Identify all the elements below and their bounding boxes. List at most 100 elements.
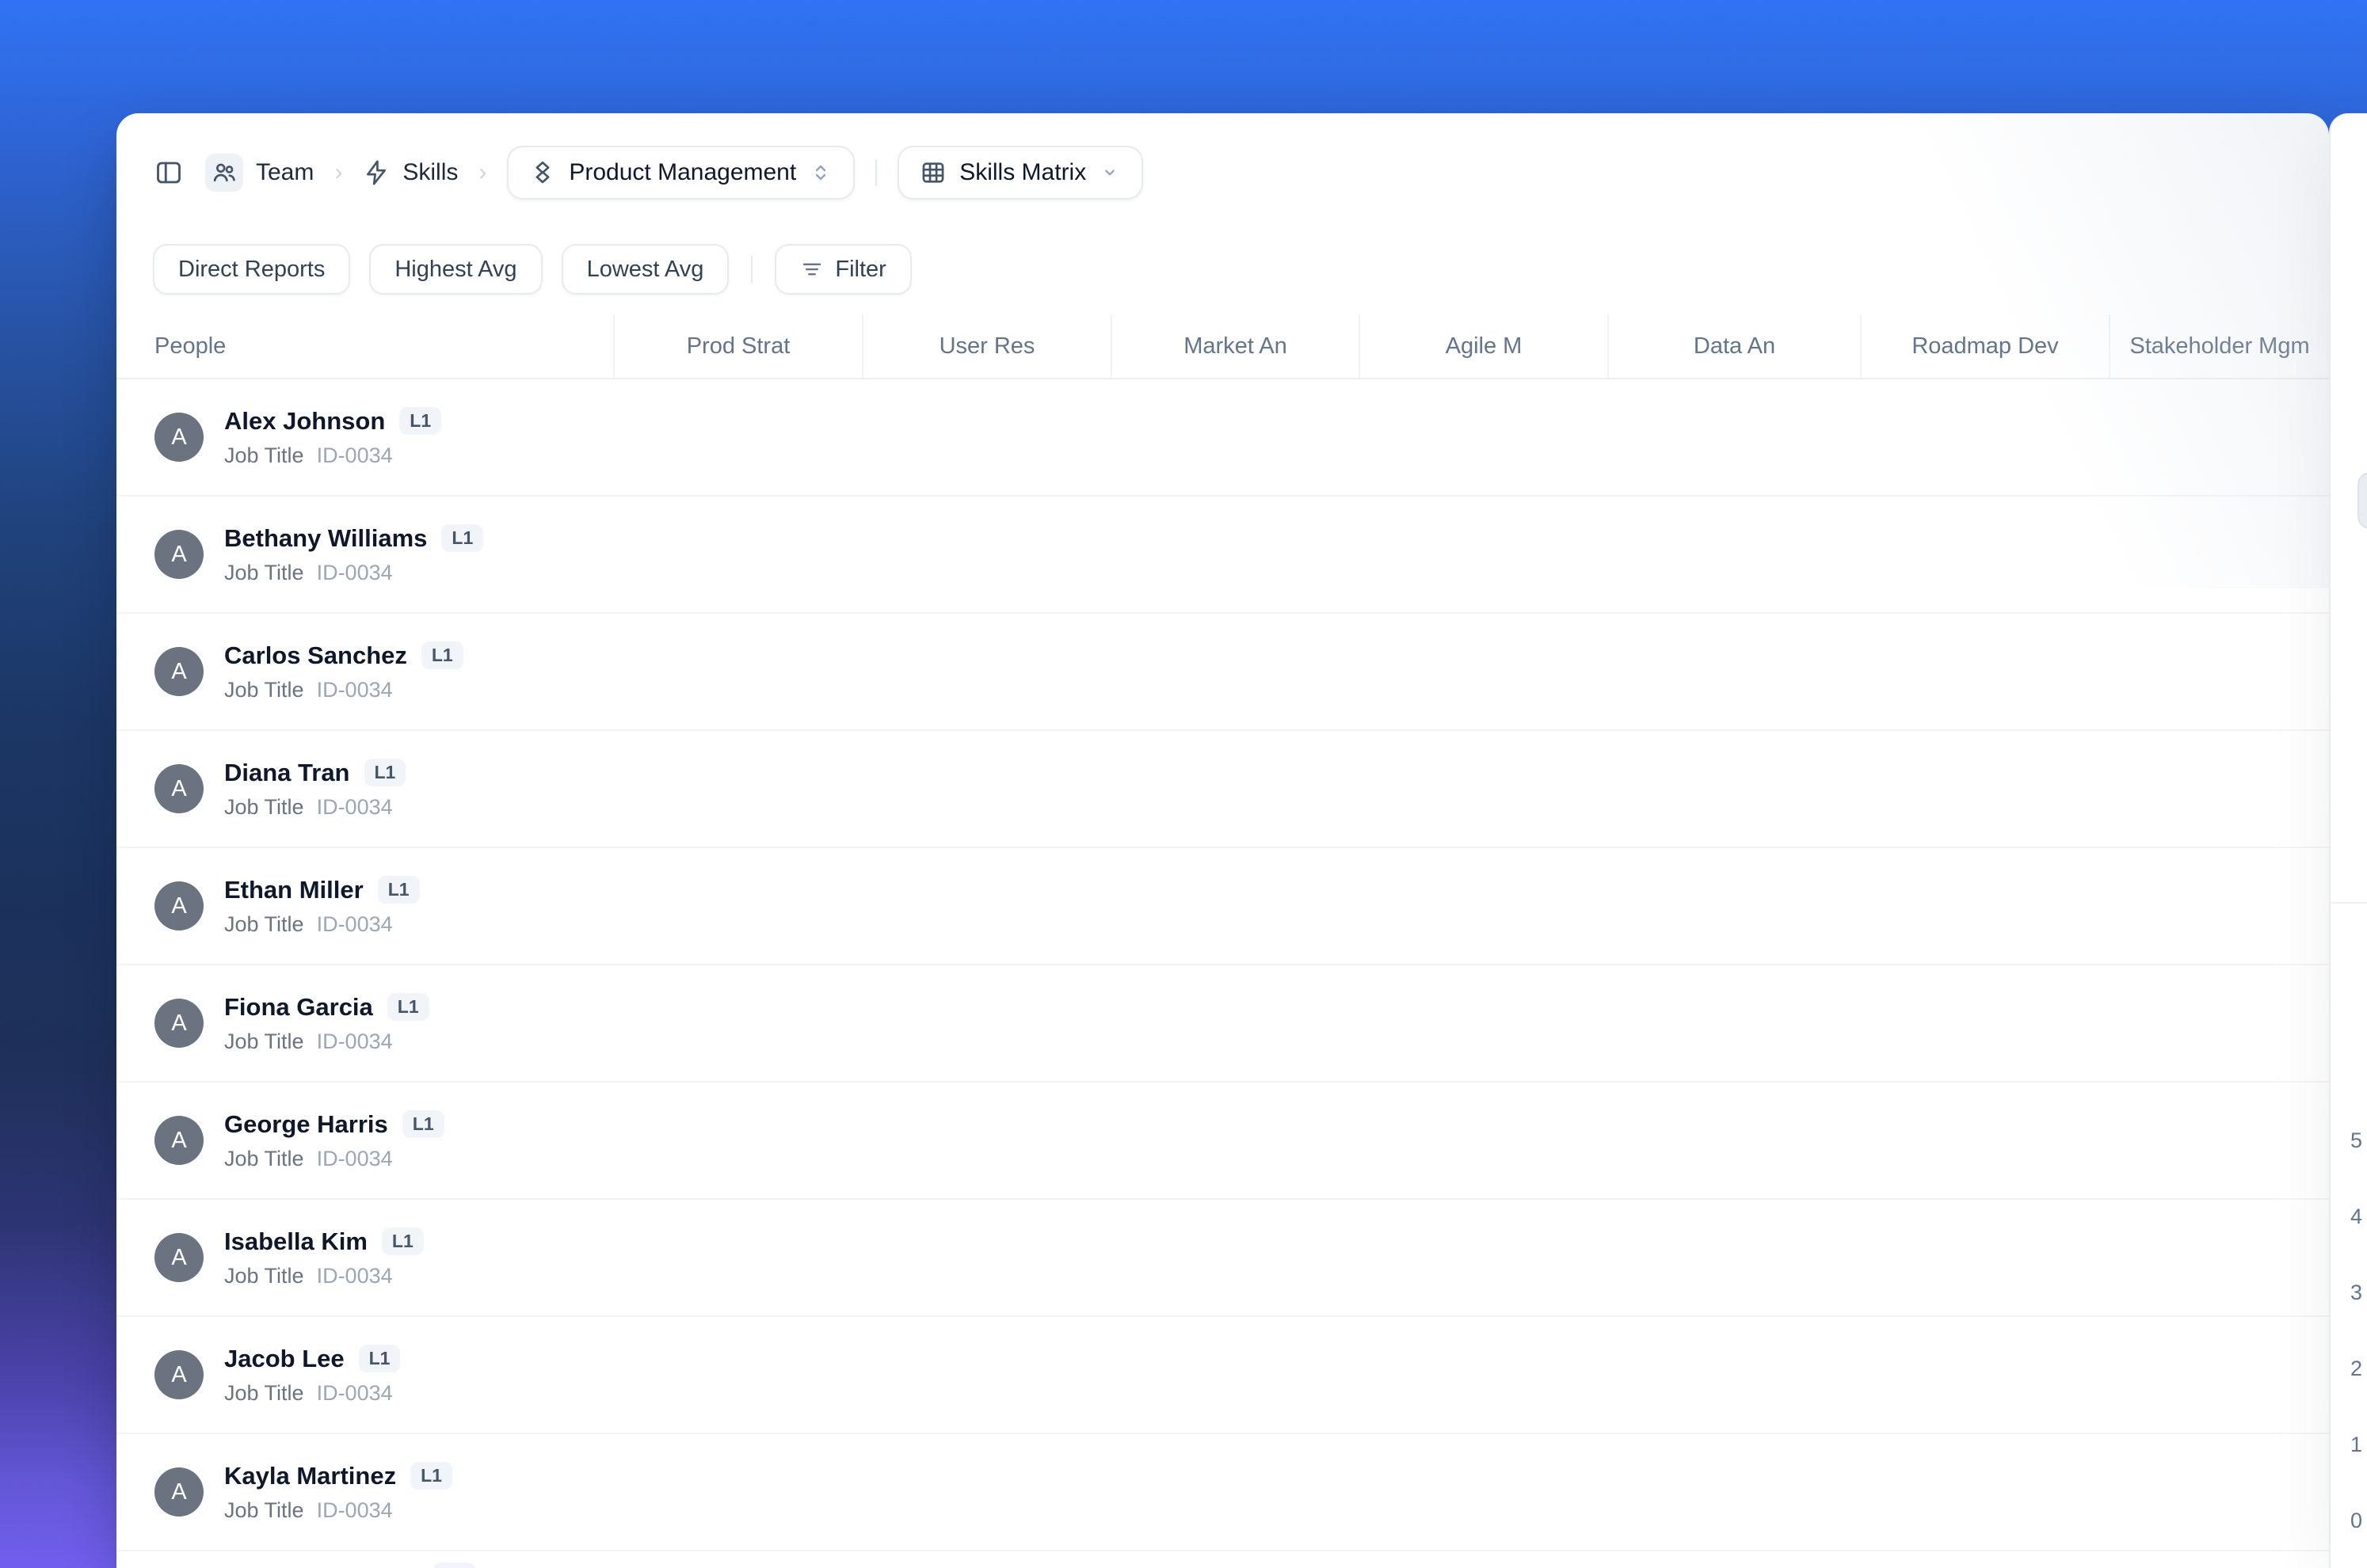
filter-chip-direct-reports[interactable]: Direct Reports bbox=[153, 244, 350, 295]
filter-chip-highest-avg[interactable]: Highest Avg bbox=[369, 244, 542, 295]
table-row[interactable]: AAlex JohnsonL1Job TitleID-0034 bbox=[116, 379, 2329, 497]
avatar: A bbox=[154, 764, 204, 813]
avatar: A bbox=[154, 1233, 204, 1282]
chart-axis-label: 3 bbox=[2331, 1281, 2362, 1305]
person-id: ID-0034 bbox=[317, 678, 393, 702]
person-name: Alex Johnson bbox=[224, 407, 385, 436]
breadcrumb: Team › Skills › Product Management Skill… bbox=[153, 147, 2329, 199]
person-name: Ethan Miller bbox=[224, 876, 364, 904]
table-row[interactable]: A George Harris L1 Job Title ID-0034 bbox=[116, 1083, 2329, 1200]
table-row[interactable]: A Diana Tran L1 Job Title ID-0034 bbox=[116, 731, 2329, 848]
person-cell: ABethany WilliamsL1Job TitleID-0034 bbox=[116, 497, 613, 612]
chevron-updown-icon bbox=[809, 161, 833, 185]
chart-axis-label: 4 bbox=[2331, 1205, 2362, 1229]
table-row[interactable]: AIsabella KimL1Job TitleID-0034 bbox=[116, 1200, 2329, 1317]
column-header-people: People bbox=[116, 314, 613, 378]
layers-icon bbox=[529, 159, 556, 186]
chart-axis-label: 5 bbox=[2331, 1128, 2362, 1153]
adjacent-chart-panel: 543210 bbox=[2329, 113, 2367, 1568]
person-id: ID-0034 bbox=[317, 1147, 393, 1171]
column-header-market-an: Market An bbox=[1111, 314, 1359, 378]
job-title: Job Title bbox=[224, 1147, 304, 1171]
table-row[interactable]: ACarlos SanchezL1Job TitleID-0034 bbox=[116, 614, 2329, 731]
level-badge: L1 bbox=[410, 1462, 452, 1490]
person-cell: AL1 bbox=[116, 1551, 613, 1568]
filter-button-label: Filter bbox=[835, 257, 886, 283]
chart-axis-label: 2 bbox=[2331, 1357, 2362, 1381]
column-header-data-an: Data An bbox=[1607, 314, 1860, 378]
person-id: ID-0034 bbox=[317, 443, 393, 468]
job-title: Job Title bbox=[224, 1498, 304, 1523]
person-cell: AEthan MillerL1Job TitleID-0034 bbox=[116, 848, 613, 964]
person-name: Fiona Garcia bbox=[224, 993, 373, 1022]
person-id: ID-0034 bbox=[317, 912, 393, 937]
job-title: Job Title bbox=[224, 1381, 304, 1406]
table-body: AAlex JohnsonL1Job TitleID-0034ABethany … bbox=[116, 379, 2329, 1568]
person-id: ID-0034 bbox=[317, 1381, 393, 1406]
person-cell: AFiona GarciaL1Job TitleID-0034 bbox=[116, 965, 613, 1081]
person-name: Kayla Martinez bbox=[224, 1462, 396, 1490]
lightning-icon bbox=[363, 159, 390, 186]
avatar: A bbox=[154, 999, 204, 1048]
level-badge: L1 bbox=[402, 1110, 444, 1138]
job-title: Job Title bbox=[224, 561, 304, 585]
breadcrumb-separator: › bbox=[334, 159, 342, 186]
breadcrumb-skills-label: Skills bbox=[402, 159, 458, 186]
job-title: Job Title bbox=[224, 1264, 304, 1288]
table-row[interactable]: A Kayla Martinez L1 Job Title ID-0034 bbox=[116, 1434, 2329, 1551]
breadcrumb-divider bbox=[875, 159, 877, 186]
breadcrumb-separator: › bbox=[478, 159, 486, 186]
person-id: ID-0034 bbox=[317, 1498, 393, 1523]
project-selector-label: Product Management bbox=[569, 159, 796, 186]
avatar: A bbox=[154, 1467, 204, 1517]
filter-icon bbox=[800, 257, 824, 281]
panel-button[interactable] bbox=[2357, 472, 2367, 529]
person-cell: ACarlos SanchezL1Job TitleID-0034 bbox=[116, 614, 613, 729]
chevron-down-icon bbox=[1099, 162, 1121, 184]
person-cell: AIsabella KimL1Job TitleID-0034 bbox=[116, 1200, 613, 1315]
filter-chip-lowest-avg[interactable]: Lowest Avg bbox=[562, 244, 730, 295]
breadcrumb-team-label: Team bbox=[256, 159, 314, 186]
column-header-roadmap-dev: Roadmap Dev bbox=[1860, 314, 2109, 378]
level-badge: L1 bbox=[399, 407, 441, 435]
person-cell: A Diana Tran L1 Job Title ID-0034 bbox=[116, 731, 613, 847]
view-selector-label: Skills Matrix bbox=[959, 159, 1086, 186]
person-name: Diana Tran bbox=[224, 759, 350, 787]
chart-axis-label: 1 bbox=[2331, 1433, 2362, 1457]
table-row[interactable]: AL1 bbox=[116, 1551, 2329, 1568]
level-badge: L1 bbox=[387, 993, 429, 1021]
toolbar-divider bbox=[751, 256, 753, 283]
table-row[interactable]: AEthan MillerL1Job TitleID-0034 bbox=[116, 848, 2329, 965]
person-name: George Harris bbox=[224, 1110, 388, 1139]
panel-divider bbox=[2331, 902, 2367, 904]
sidebar-toggle-icon[interactable] bbox=[153, 158, 185, 187]
avatar: A bbox=[154, 1116, 204, 1165]
table-row[interactable]: AFiona GarciaL1Job TitleID-0034 bbox=[116, 965, 2329, 1083]
level-badge: L1 bbox=[364, 759, 406, 786]
level-badge: L1 bbox=[421, 641, 463, 669]
person-cell: AAlex JohnsonL1Job TitleID-0034 bbox=[116, 379, 613, 495]
project-selector[interactable]: Product Management bbox=[507, 146, 855, 200]
person-cell: A Kayla Martinez L1 Job Title ID-0034 bbox=[116, 1434, 613, 1550]
team-icon bbox=[205, 154, 243, 192]
job-title: Job Title bbox=[224, 795, 304, 820]
level-badge: L1 bbox=[359, 1345, 401, 1372]
person-name: Carlos Sanchez bbox=[224, 641, 407, 670]
level-badge: L1 bbox=[382, 1227, 424, 1255]
table-header: People Prod StratUser ResMarket AnAgile … bbox=[116, 314, 2329, 379]
table-row[interactable]: ABethany WilliamsL1Job TitleID-0034 bbox=[116, 497, 2329, 614]
view-selector[interactable]: Skills Matrix bbox=[898, 146, 1143, 200]
breadcrumb-team[interactable]: Team bbox=[205, 154, 314, 192]
person-id: ID-0034 bbox=[317, 795, 393, 820]
filter-toolbar: Direct Reports Highest Avg Lowest Avg Filt… bbox=[153, 243, 2329, 295]
person-cell: AJacob LeeL1Job TitleID-0034 bbox=[116, 1317, 613, 1433]
filter-button[interactable]: Filter bbox=[775, 244, 911, 295]
breadcrumb-skills[interactable]: Skills bbox=[363, 159, 458, 186]
job-title: Job Title bbox=[224, 443, 304, 468]
level-badge: L1 bbox=[433, 1562, 475, 1568]
person-cell: A George Harris L1 Job Title ID-0034 bbox=[116, 1083, 613, 1198]
person-name: Bethany Williams bbox=[224, 524, 427, 553]
table-row[interactable]: AJacob LeeL1Job TitleID-0034 bbox=[116, 1317, 2329, 1434]
level-badge: L1 bbox=[378, 876, 420, 904]
job-title: Job Title bbox=[224, 912, 304, 937]
